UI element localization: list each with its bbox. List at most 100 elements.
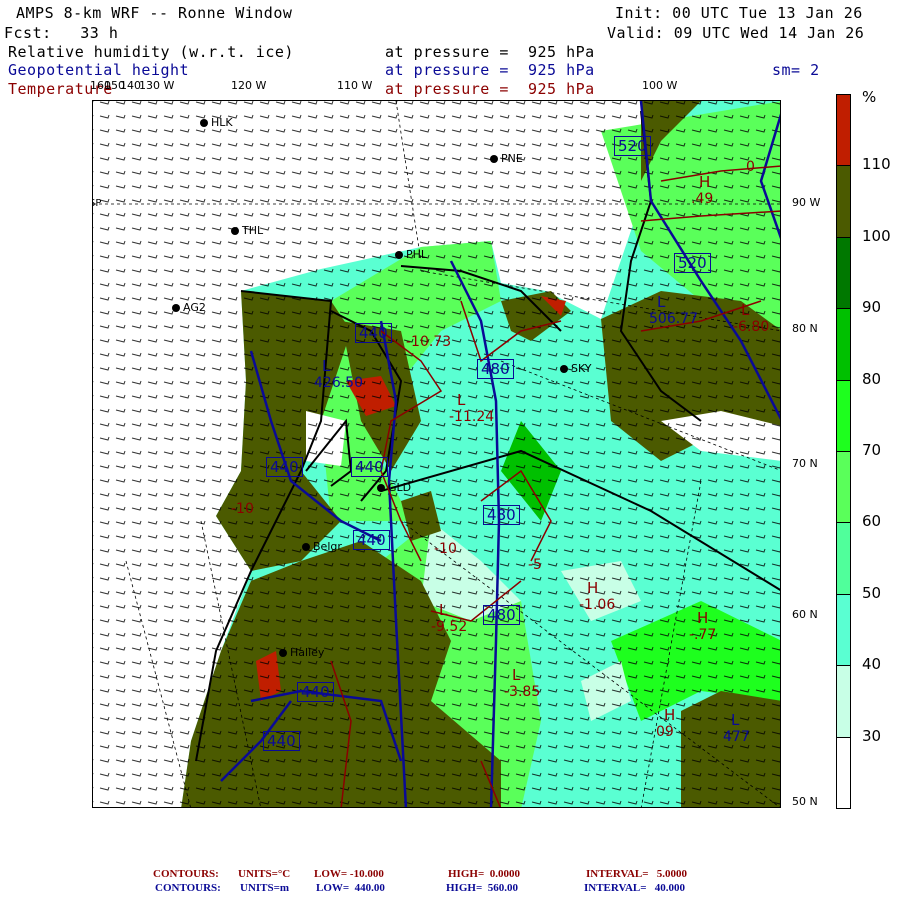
station-label: PNE xyxy=(501,152,523,165)
extremum-value: 477 xyxy=(723,729,750,745)
footer-height-high: HIGH= 560.00 xyxy=(446,882,518,894)
footer-temp-label: CONTOURS: xyxy=(153,868,219,880)
footer-height-interval: INTERVAL= 40.000 xyxy=(584,882,686,894)
footer-temp-interval: INTERVAL= 5.0000 xyxy=(586,868,688,880)
lat-label: 50 N xyxy=(792,795,818,808)
init-time: Init: 00 UTC Tue 13 Jan 26 xyxy=(615,4,863,22)
lon-label: 130 W xyxy=(139,79,175,92)
temperature-contour-label: 0 xyxy=(746,159,755,175)
extremum-marker: H xyxy=(699,173,711,191)
extremum-marker: L xyxy=(322,357,331,375)
extremum-marker: H xyxy=(587,579,599,597)
wind-barbs xyxy=(93,101,780,807)
station-label: THL xyxy=(242,224,264,237)
extremum-value: -11.24 xyxy=(449,409,495,425)
station-dot-icon[interactable] xyxy=(200,119,208,127)
extremum-marker: L xyxy=(512,666,521,684)
lon-label: 110 W xyxy=(337,79,373,92)
station-dot-icon[interactable] xyxy=(302,543,310,551)
height-contour-label: 440 xyxy=(353,530,390,550)
field-height-name: Geopotential height xyxy=(8,61,190,79)
height-contour-label: 480 xyxy=(483,605,520,625)
lat-label: 60 N xyxy=(792,608,818,621)
field-rh-name: Relative humidity (w.r.t. ice) xyxy=(8,43,294,61)
station-label: SKY xyxy=(571,362,592,375)
station-dot-icon[interactable] xyxy=(377,484,385,492)
extremum-value: 426.50 xyxy=(314,375,363,391)
height-contour-label: 480 xyxy=(483,505,520,525)
station-label: GLD xyxy=(388,481,412,494)
station-dot-icon[interactable] xyxy=(172,304,180,312)
field-rh-level: at pressure = 925 hPa xyxy=(385,43,595,61)
colorbar-swatch xyxy=(836,593,851,667)
station-dot-icon[interactable] xyxy=(560,365,568,373)
lon-label: 100 W xyxy=(642,79,678,92)
temperature-contour-label: -10 xyxy=(231,501,254,517)
smoothing-label: sm= 2 xyxy=(772,61,820,79)
extremum-value: 09 xyxy=(656,724,674,740)
station-dot-icon[interactable] xyxy=(490,155,498,163)
forecast-map[interactable]: SP HLK PNE THL PHL AG2 SKY GLD Belgr Halley 520 520… xyxy=(92,100,781,808)
footer-height-low: LOW= 440.00 xyxy=(316,882,385,894)
colorbar-label: 40 xyxy=(862,655,882,674)
height-contour-label: 440 xyxy=(266,457,303,477)
footer-temp-low: LOW= -10.000 xyxy=(314,868,384,880)
station-dot-icon[interactable] xyxy=(395,251,403,259)
field-height-level: at pressure = 925 hPa xyxy=(385,61,595,79)
extremum-marker: L xyxy=(657,293,666,311)
colorbar-swatch xyxy=(836,451,851,524)
valid-time: Valid: 09 UTC Wed 14 Jan 26 xyxy=(607,24,865,42)
colorbar-swatch xyxy=(836,522,851,595)
colorbar-label: 90 xyxy=(862,298,882,317)
station-label: PHL xyxy=(406,248,428,261)
amps-forecast-page: AMPS 8-km WRF -- Ronne Window Init: 00 U… xyxy=(0,0,900,900)
extremum-value: -9.52 xyxy=(431,619,468,635)
colorbar-swatch xyxy=(836,165,851,238)
extremum-marker: L xyxy=(741,301,750,319)
footer-temp-high: HIGH= 0.0000 xyxy=(448,868,520,880)
station-label: HLK xyxy=(211,116,233,129)
temperature-contour-label: -5 xyxy=(528,557,542,573)
station-label: Halley xyxy=(290,646,325,659)
lon-label: 120 W xyxy=(231,79,267,92)
colorbar-swatch xyxy=(836,665,851,738)
grid-label-sp: SP xyxy=(93,198,102,209)
extremum-marker: L xyxy=(439,601,448,619)
colorbar-swatch xyxy=(836,379,851,452)
lat-label: 70 N xyxy=(792,457,818,470)
extremum-marker: L xyxy=(731,711,740,729)
colorbar-label: 80 xyxy=(862,369,882,388)
extremum-value: -.77 xyxy=(689,627,717,643)
footer-temp-units: UNITS=°C xyxy=(238,868,291,880)
lat-label: 90 W xyxy=(792,196,821,209)
colorbar-label: 50 xyxy=(862,583,882,602)
lon-label: 140 xyxy=(120,79,141,92)
height-contour-label: 520 xyxy=(614,136,651,156)
extremum-value: -6.80 xyxy=(733,319,770,335)
footer-height-label: CONTOURS: xyxy=(155,882,221,894)
map-canvas xyxy=(93,101,780,807)
height-contour-label: 520 xyxy=(674,253,711,273)
colorbar-label: 60 xyxy=(862,512,882,531)
station-label: Belgr xyxy=(313,540,342,553)
station-dot-icon[interactable] xyxy=(279,649,287,657)
extremum-value: .49 xyxy=(691,191,714,207)
station-dot-icon[interactable] xyxy=(231,227,239,235)
height-contour-label: 480 xyxy=(477,359,514,379)
colorbar-label: 110 xyxy=(862,155,891,174)
temperature-contour-label: -10.73 xyxy=(406,334,452,350)
field-temp-level: at pressure = 925 hPa xyxy=(385,80,595,98)
station-label: AG2 xyxy=(183,301,206,314)
footer-height-units: UNITS=m xyxy=(240,882,290,894)
temperature-contour-label: -10 xyxy=(434,541,457,557)
colorbar-label: 30 xyxy=(862,726,882,745)
extremum-marker: H xyxy=(664,706,676,724)
extremum-marker: L xyxy=(457,391,466,409)
height-contour-label: 440 xyxy=(355,323,392,343)
height-contour-label: 440 xyxy=(297,682,334,702)
colorbar-label: 70 xyxy=(862,441,882,459)
height-contour-label: 440 xyxy=(263,731,300,751)
colorbar-swatch xyxy=(836,308,851,381)
height-contour-label: 440 xyxy=(351,457,388,477)
colorbar-unit: % xyxy=(862,88,877,106)
